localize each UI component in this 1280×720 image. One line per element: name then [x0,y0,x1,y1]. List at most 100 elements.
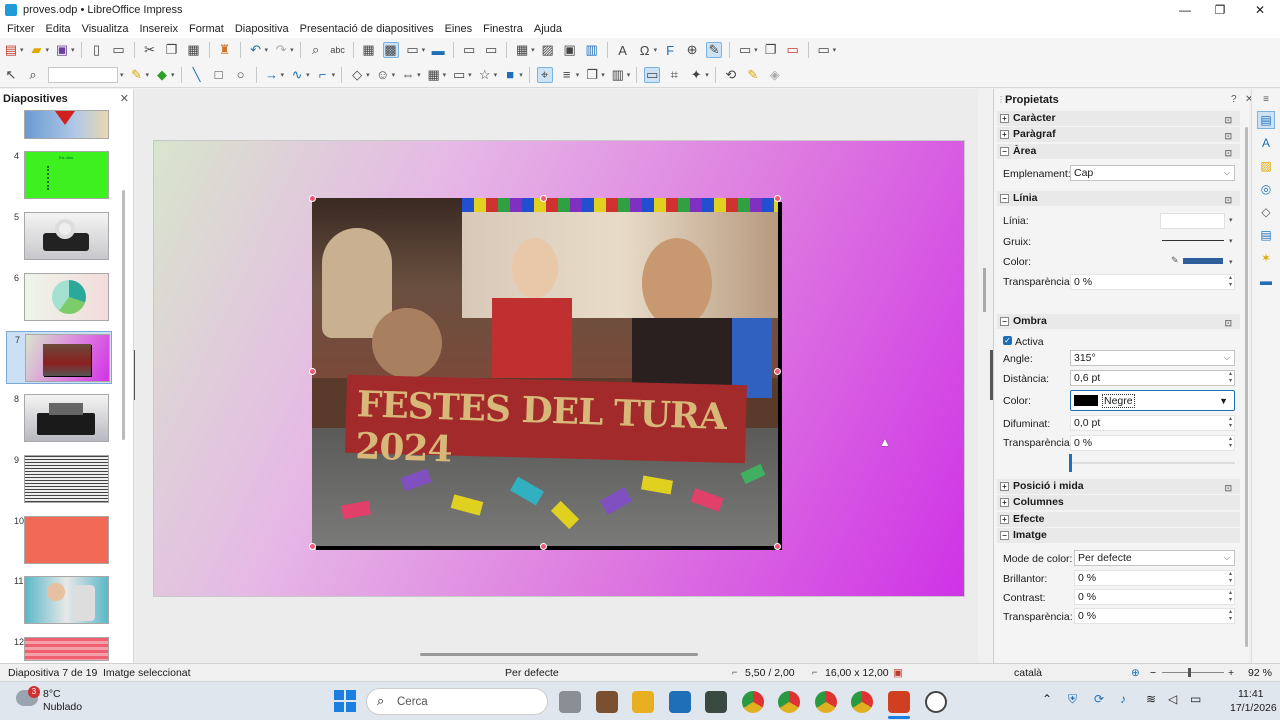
difuminat-field[interactable]: 0,0 pt ▴ ▾ [1070,415,1235,431]
align-icon[interactable]: ≡ [559,67,575,83]
shadow-transparency-slider[interactable] [1070,462,1235,464]
line-width-dropdown-icon[interactable]: ▾ [1229,237,1233,245]
slide-thumb[interactable] [24,576,109,624]
toggle-extrusion-icon[interactable]: ◈ [767,67,783,83]
app-icon[interactable] [705,691,727,713]
slide-thumb[interactable]: Els dies [24,151,109,199]
shadow-transparency-field[interactable]: 0 % ▴ ▾ [1070,435,1235,451]
spelling-icon[interactable]: abc [330,42,346,58]
more-options-icon[interactable]: ⊡ [1224,316,1232,331]
defender-icon[interactable]: ⛨ [1068,692,1077,707]
distancia-field[interactable]: 0,6 pt ▴ ▾ [1070,370,1235,386]
clock-date[interactable]: 17/1/2026 [1230,702,1277,714]
shadow-transparency-slider-thumb[interactable] [1069,454,1072,472]
callouts-icon[interactable]: ▭ [451,67,467,83]
delete-slide-icon[interactable]: ▭ [785,42,801,58]
slide-thumb[interactable] [24,637,109,661]
resize-handle[interactable] [540,195,547,202]
crop-icon[interactable]: ⌗ [666,67,682,83]
weather-desc[interactable]: Nublado [43,701,82,713]
line-transparency-field[interactable]: 0 % ▴ ▾ [1070,274,1235,290]
resize-handle[interactable] [774,368,781,375]
animation-deck-icon[interactable]: ✶ [1259,251,1273,265]
section-efecte[interactable]: + Efecte [997,512,1240,527]
points-icon[interactable]: ⌖ [536,66,553,83]
color-mode-select[interactable]: Per defecte ⌵ [1074,550,1235,566]
arrange-icon[interactable]: ❐ [584,67,600,83]
flowchart-icon[interactable]: ▦ [426,67,442,83]
store-icon[interactable] [669,691,691,713]
zoom-pan-icon[interactable]: ⌕ [25,67,41,83]
connector-icon[interactable]: ⌐ [315,67,331,83]
line-icon[interactable]: ╲ [189,67,205,83]
obs-icon[interactable] [925,691,947,713]
symbol-shapes-icon[interactable]: ☺ [375,67,391,83]
arrow-line-icon[interactable]: → [264,67,280,83]
menu-fitxer[interactable]: Fitxer [4,23,43,35]
section-columnes[interactable]: + Columnes [997,495,1240,510]
stars-icon[interactable]: ☆ [477,67,493,83]
slide-transition-icon[interactable]: ▭ [816,42,832,58]
section-caracter[interactable]: + Caràcter ⊡ [997,111,1240,126]
export-pdf-icon[interactable]: ▯ [89,42,105,58]
weather-temp[interactable]: 8°C [43,688,61,700]
battery-icon[interactable]: ▭ [1190,692,1201,706]
section-paragraf[interactable]: + Paràgraf ⊡ [997,127,1240,142]
3d-objects-icon[interactable]: ■ [502,67,518,83]
line-width-select[interactable] [1162,240,1224,241]
line-style-dropdown-icon[interactable]: ▾ [1229,216,1233,224]
menu-finestra[interactable]: Finestra [480,23,531,35]
master-slides-deck-icon[interactable]: ▬ [1259,274,1273,288]
zoom-out-button[interactable]: − [1150,667,1156,679]
sync-icon[interactable]: ⟳ [1094,692,1104,706]
chevron-up-icon[interactable]: ⌃ [1042,692,1052,706]
shadow-color-select[interactable]: Negre ▼ [1070,390,1235,411]
style-box[interactable] [48,66,118,83]
library-app-icon[interactable] [596,691,618,713]
redo-icon[interactable]: ↷ [273,42,289,58]
help-button[interactable]: ? [1231,94,1237,105]
fill-color-icon[interactable]: ◆ [154,67,170,83]
more-options-icon[interactable]: ⊡ [1224,481,1232,496]
resize-handle[interactable] [309,195,316,202]
menu-diapositiva[interactable]: Diapositiva [232,23,297,35]
chrome-profile-icon[interactable] [815,691,837,713]
brillantor-field[interactable]: 0 % ▴ ▾ [1074,570,1235,586]
slide-thumb[interactable] [24,394,109,442]
ellipse-icon[interactable]: ○ [233,67,249,83]
zoom-slider-thumb[interactable] [1188,668,1191,677]
zoom-slider[interactable] [1162,672,1224,673]
slides-scrollbar[interactable] [122,190,125,440]
impress-taskbar-icon[interactable] [888,691,910,713]
windows-start-icon[interactable] [334,690,356,712]
open-icon[interactable]: ▰ [29,42,45,58]
slide-thumb-row-12[interactable]: 12 [6,637,112,661]
festes-photo[interactable]: FESTES DEL TURA 2024 [312,198,778,546]
status-language[interactable]: català [1014,667,1042,679]
chrome-icon[interactable] [742,691,764,713]
slide-transition-deck-icon[interactable]: ▤ [1259,228,1273,242]
menu-eines[interactable]: Eines [442,23,481,35]
slide-thumb-row-9[interactable]: 9 [6,455,112,505]
more-options-icon[interactable]: ⊡ [1224,146,1232,161]
more-options-icon[interactable]: ⊡ [1224,113,1232,128]
angle-select[interactable]: 315° ⌵ [1070,350,1235,366]
distribute-icon[interactable]: ▥ [610,67,626,83]
show-draw-functions-icon[interactable]: ✎ [706,42,723,58]
horizontal-scrollbar[interactable] [420,653,698,656]
slide-thumb[interactable] [24,516,109,564]
slide-layout-icon[interactable]: ▭ [737,42,753,58]
fontwork-icon[interactable]: F [662,42,678,58]
navigator-deck-icon[interactable]: ◎ [1259,182,1273,196]
line-style-select[interactable] [1160,213,1225,229]
image-transparency-field[interactable]: 0 % ▴ ▾ [1074,608,1235,624]
wifi-icon[interactable]: ≋ [1146,692,1156,706]
save-icon[interactable]: ▣ [54,42,70,58]
slide-thumb-row-7[interactable]: 7 [6,331,112,384]
status-zoom[interactable]: 92 % [1248,667,1272,679]
menu-format[interactable]: Format [186,23,232,35]
paste-icon[interactable]: ▦ [186,42,202,58]
chrome-profile-icon[interactable] [851,691,873,713]
chrome-profile-icon[interactable] [778,691,800,713]
textbox-icon[interactable]: A [615,42,631,58]
